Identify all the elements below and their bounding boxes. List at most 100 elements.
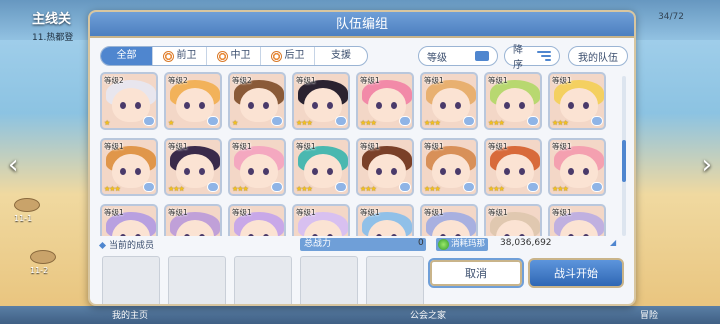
- character-eye: [135, 234, 141, 236]
- position-badge-icon: [527, 182, 539, 192]
- character-eye: [519, 168, 525, 175]
- character-eye: [327, 168, 333, 175]
- character-card[interactable]: 等级1 ★★★: [228, 138, 286, 196]
- character-level: 等级1: [552, 142, 572, 151]
- character-eye: [199, 102, 205, 109]
- position-badge-icon: [143, 182, 155, 192]
- my-team-button[interactable]: 我的队伍: [568, 46, 628, 66]
- character-eye: [327, 234, 333, 236]
- map-node[interactable]: [14, 198, 40, 212]
- character-card[interactable]: 等级1 ★★★: [356, 72, 414, 130]
- info-bar: 当前的成员 总战力 0 消耗玛那 38,036,692 ◢: [98, 238, 628, 252]
- position-badge-icon: [527, 116, 539, 126]
- star-icon: ★★★: [488, 185, 505, 193]
- character-card[interactable]: 等级1★: [228, 204, 286, 236]
- character-eye: [376, 234, 382, 236]
- character-eye: [263, 168, 269, 175]
- character-card[interactable]: 等级1 ★★★: [164, 138, 222, 196]
- character-level: 等级1: [104, 142, 124, 151]
- map-node[interactable]: [30, 250, 56, 264]
- character-eye: [199, 234, 205, 236]
- character-eye: [135, 102, 141, 109]
- character-card[interactable]: 等级1 ★★★: [292, 72, 350, 130]
- bottom-nav-item[interactable]: 公会之家: [410, 308, 446, 321]
- tab-label: 前卫: [176, 50, 197, 61]
- mana-arrow-icon: ◢: [610, 238, 617, 247]
- character-card[interactable]: 等级1 ★★★: [100, 138, 158, 196]
- bottom-nav-item[interactable]: 我的主页: [112, 308, 148, 321]
- member-slot[interactable]: [300, 256, 358, 304]
- character-card[interactable]: 等级1 ★★★: [420, 72, 478, 130]
- character-card[interactable]: 等级1★: [356, 204, 414, 236]
- character-eye: [455, 168, 461, 175]
- character-card[interactable]: 等级1 ★★★: [420, 138, 478, 196]
- character-level: 等级1: [424, 76, 444, 85]
- map-left-arrow-icon[interactable]: ‹: [8, 150, 18, 180]
- character-card[interactable]: 等级1 ★★★: [484, 72, 542, 130]
- scrollbar-thumb[interactable]: [622, 140, 626, 182]
- character-card[interactable]: 等级1★: [548, 204, 606, 236]
- character-card[interactable]: 等级2 ★: [164, 72, 222, 130]
- sort-key-label: 等级: [427, 52, 447, 64]
- character-eye: [391, 168, 397, 175]
- tab-middle[interactable]: 中卫: [207, 47, 261, 65]
- sort-key-button[interactable]: 等级: [418, 46, 498, 66]
- character-card[interactable]: 等级1★: [292, 204, 350, 236]
- character-level: 等级1: [424, 208, 444, 217]
- character-eye: [248, 234, 254, 236]
- character-card[interactable]: 等级2 ★: [228, 72, 286, 130]
- character-level: 等级1: [296, 76, 316, 85]
- tab-label: 全部: [116, 50, 137, 61]
- position-icon: [162, 50, 174, 62]
- character-eye: [440, 234, 446, 236]
- position-icon: [216, 50, 228, 62]
- character-level: 等级1: [232, 142, 252, 151]
- character-eye: [455, 234, 461, 236]
- star-icon: ★: [168, 119, 174, 127]
- tab-label: 中卫: [230, 50, 251, 61]
- character-card[interactable]: 等级2 ★: [100, 72, 158, 130]
- character-eye: [312, 234, 318, 236]
- character-eye: [568, 234, 574, 236]
- character-card[interactable]: 等级1★: [420, 204, 478, 236]
- character-eye: [568, 168, 574, 175]
- map-right-arrow-icon[interactable]: ›: [702, 150, 712, 180]
- member-slot[interactable]: [168, 256, 226, 304]
- grid-scrollbar[interactable]: [622, 76, 626, 236]
- tab-front[interactable]: 前卫: [153, 47, 207, 65]
- position-badge-icon: [399, 182, 411, 192]
- bottom-nav-item[interactable]: 冒险: [640, 308, 658, 321]
- dialog-title: 队伍编组: [90, 12, 634, 38]
- sort-order-button[interactable]: 降序: [504, 45, 560, 71]
- map-node-label: 11-2: [30, 266, 49, 275]
- character-card[interactable]: 等级1 ★★★: [484, 138, 542, 196]
- start-battle-button[interactable]: 战斗开始: [528, 258, 624, 288]
- star-icon: ★★★: [552, 119, 569, 127]
- character-eye: [312, 168, 318, 175]
- character-level: 等级1: [488, 76, 508, 85]
- tab-support[interactable]: 支援: [315, 47, 367, 65]
- character-card[interactable]: 等级1 ★★★: [548, 72, 606, 130]
- character-eye: [519, 102, 525, 109]
- member-slot[interactable]: [234, 256, 292, 304]
- character-card[interactable]: 等级1★: [484, 204, 542, 236]
- cancel-button[interactable]: 取消: [428, 258, 524, 288]
- member-slot[interactable]: [102, 256, 160, 304]
- character-card[interactable]: 等级1 ★★★: [356, 138, 414, 196]
- star-icon: ★★★: [296, 119, 313, 127]
- position-badge-icon: [271, 182, 283, 192]
- tab-all[interactable]: 全部: [101, 47, 153, 65]
- character-eye: [440, 102, 446, 109]
- position-badge-icon: [591, 182, 603, 192]
- character-card[interactable]: 等级1★: [100, 204, 158, 236]
- character-eye: [199, 168, 205, 175]
- tab-back[interactable]: 后卫: [261, 47, 315, 65]
- character-card[interactable]: 等级1★: [164, 204, 222, 236]
- character-card[interactable]: 等级1 ★★★: [548, 138, 606, 196]
- position-badge-icon: [335, 182, 347, 192]
- character-eye: [184, 168, 190, 175]
- bottom-nav: 我的主页 公会之家 冒险: [0, 306, 720, 324]
- member-slot[interactable]: [366, 256, 424, 304]
- character-eye: [120, 102, 126, 109]
- character-card[interactable]: 等级1 ★★★: [292, 138, 350, 196]
